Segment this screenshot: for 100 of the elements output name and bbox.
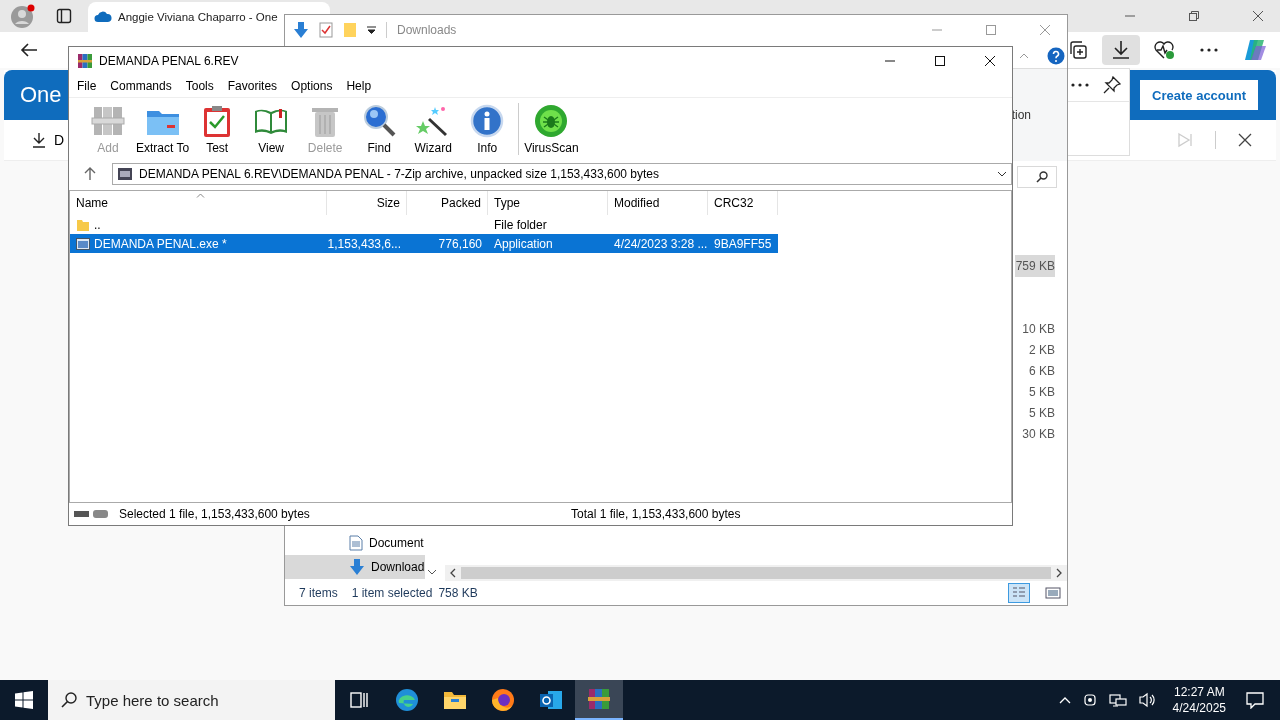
download-icon bbox=[1112, 40, 1130, 60]
table-cell: 4/24/2023 3:28 ... bbox=[614, 236, 708, 251]
profile-icon[interactable] bbox=[10, 3, 36, 29]
table-cell: 1,153,433,6... bbox=[327, 236, 401, 251]
volume-icon[interactable] bbox=[1138, 692, 1157, 708]
file-size[interactable]: 10 KB bbox=[1015, 319, 1055, 340]
menu-item[interactable]: File bbox=[77, 79, 97, 93]
heart-monitor-icon[interactable] bbox=[1154, 40, 1176, 60]
file-size[interactable]: 6 KB bbox=[1015, 361, 1055, 382]
close-icon[interactable] bbox=[1252, 10, 1264, 22]
downloads-button[interactable] bbox=[1102, 35, 1140, 65]
close-icon[interactable] bbox=[984, 55, 996, 67]
info-icon bbox=[469, 103, 506, 139]
magnifier-icon bbox=[361, 103, 398, 139]
restore-icon[interactable] bbox=[1188, 10, 1200, 22]
file-row[interactable]: .. File folder bbox=[70, 215, 778, 234]
maximize-icon[interactable] bbox=[934, 55, 946, 67]
toolbar-button[interactable]: Find bbox=[352, 103, 407, 155]
back-icon[interactable] bbox=[20, 42, 38, 58]
column-header[interactable]: Packed bbox=[407, 191, 488, 215]
close-icon[interactable] bbox=[1238, 133, 1252, 147]
file-size[interactable]: 5 KB bbox=[1015, 382, 1055, 403]
properties-icon[interactable] bbox=[319, 21, 333, 38]
nav-item[interactable]: Document bbox=[285, 531, 425, 555]
table-cell: 9BA9FF55 bbox=[714, 236, 772, 251]
books-icon bbox=[586, 686, 612, 712]
device-icon[interactable] bbox=[1082, 692, 1097, 708]
start-icon[interactable] bbox=[15, 691, 33, 709]
dropdown-icon bbox=[997, 171, 1007, 177]
pin-icon[interactable] bbox=[1103, 76, 1121, 94]
menu-item[interactable]: Help bbox=[346, 79, 372, 93]
help-icon[interactable] bbox=[1047, 47, 1065, 65]
notification-icon[interactable] bbox=[1246, 691, 1264, 709]
swirl-icon bbox=[394, 687, 420, 713]
clock-date[interactable]: 4/24/2025 bbox=[1172, 700, 1226, 716]
toolbar-button[interactable]: Extract To bbox=[135, 103, 191, 155]
search-icon bbox=[61, 692, 77, 708]
menu-item[interactable]: Tools bbox=[185, 79, 214, 93]
table-cell: Application bbox=[494, 236, 553, 251]
more-icon[interactable] bbox=[1071, 83, 1089, 87]
application-icon bbox=[76, 237, 90, 250]
scroll-right-icon bbox=[1055, 568, 1063, 578]
total-status: Total 1 file, 1,153,433,600 bytes bbox=[571, 507, 741, 521]
file-row[interactable]: DEMANDA PENAL.exe * 1,153,433,6... 776,160 Application 4/24/2023 3:28 ... 9BA9FF55 bbox=[70, 234, 778, 253]
column-header[interactable]: CRC32 bbox=[708, 191, 778, 215]
dropdown-icon[interactable] bbox=[367, 25, 376, 34]
chevron-up-icon[interactable] bbox=[1058, 696, 1071, 704]
file-size[interactable]: 759 KB bbox=[1015, 255, 1055, 277]
bug-icon bbox=[533, 103, 570, 139]
drives-icon bbox=[73, 509, 109, 519]
path-field[interactable]: DEMANDA PENAL 6.REV\DEMANDA PENAL - 7-Zip archive, unpacked size 1,153,433,600 bytes bbox=[112, 163, 1012, 185]
toolbar-button[interactable]: Test bbox=[190, 103, 245, 155]
scroll-down-icon[interactable] bbox=[427, 569, 437, 575]
archive-icon bbox=[117, 167, 133, 181]
item-count: 7 items bbox=[299, 586, 338, 600]
menu-item[interactable]: Options bbox=[291, 79, 333, 93]
file-size[interactable]: 2 KB bbox=[1015, 340, 1055, 361]
toolbar-button[interactable]: Wizard bbox=[406, 103, 461, 155]
collections-icon[interactable] bbox=[1068, 40, 1088, 60]
search-field[interactable] bbox=[1017, 166, 1057, 188]
scroll-left-icon bbox=[449, 568, 457, 578]
collapse-icon[interactable] bbox=[1019, 53, 1029, 59]
selection-count: 1 item selected bbox=[351, 586, 433, 600]
download-icon bbox=[32, 132, 46, 148]
table-cell: .. bbox=[94, 217, 101, 232]
toolbar-button[interactable]: View bbox=[244, 103, 299, 155]
cloud-icon bbox=[94, 11, 112, 23]
up-arrow-icon[interactable] bbox=[84, 167, 96, 181]
download-arrow-icon bbox=[293, 20, 309, 39]
column-header[interactable]: Type bbox=[488, 191, 608, 215]
copilot-icon[interactable] bbox=[1242, 38, 1268, 62]
app-icon bbox=[77, 53, 93, 69]
ribbon-label: tion bbox=[1011, 108, 1031, 122]
horizontal-scrollbar[interactable] bbox=[445, 565, 1067, 581]
window-title: Downloads bbox=[397, 22, 457, 37]
more-icon[interactable] bbox=[1200, 48, 1218, 52]
file-size[interactable]: 30 KB bbox=[1015, 424, 1055, 445]
download-button[interactable]: D bbox=[32, 132, 65, 148]
window-title: DEMANDA PENAL 6.REV bbox=[99, 54, 239, 68]
create-account-button[interactable]: Create account bbox=[1140, 80, 1258, 110]
column-header[interactable]: Name bbox=[70, 191, 327, 215]
tab-actions-icon[interactable] bbox=[56, 8, 72, 24]
clock-time[interactable]: 12:27 AM bbox=[1173, 684, 1225, 700]
selection-size: 758 KB bbox=[438, 586, 478, 600]
network-icon[interactable] bbox=[1108, 692, 1127, 708]
menu-item[interactable]: Favorites bbox=[227, 79, 278, 93]
menu-item[interactable]: Commands bbox=[110, 79, 172, 93]
toolbar-button[interactable]: Info bbox=[460, 103, 515, 155]
column-header[interactable]: Size bbox=[327, 191, 407, 215]
file-size[interactable]: 5 KB bbox=[1015, 403, 1055, 424]
table-cell: DEMANDA PENAL.exe * bbox=[94, 236, 227, 251]
search-field[interactable]: Type here to search bbox=[48, 680, 335, 720]
search-icon bbox=[1036, 171, 1048, 183]
nav-item[interactable]: Download bbox=[285, 555, 425, 579]
folder-icon bbox=[76, 217, 90, 232]
toolbar-button[interactable]: VirusScan bbox=[523, 103, 580, 155]
column-header[interactable]: Modified bbox=[608, 191, 708, 215]
document-icon bbox=[349, 535, 363, 551]
thumbnails-view-icon[interactable] bbox=[1043, 584, 1063, 602]
table-cell: File folder bbox=[494, 217, 547, 232]
